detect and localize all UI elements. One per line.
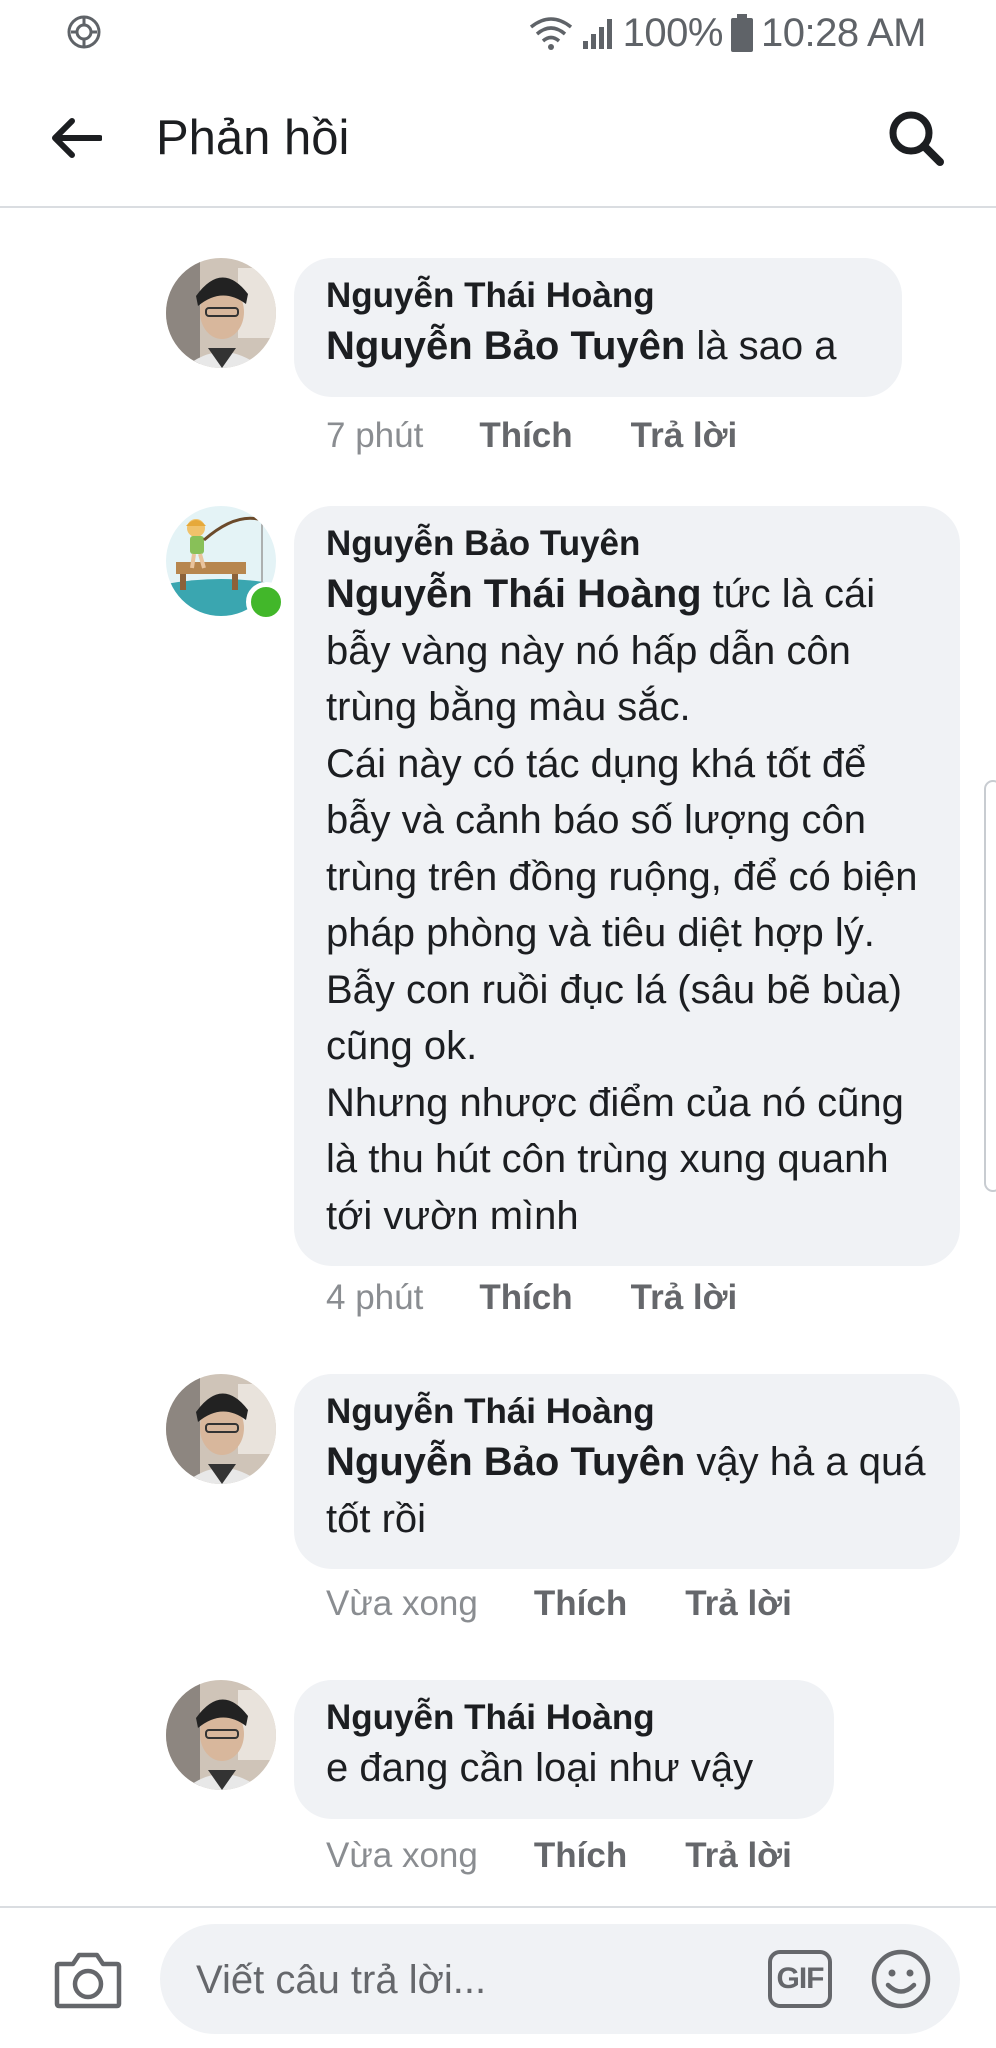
search-icon [889,111,944,166]
gif-button[interactable]: GIF [768,1950,832,2008]
comment-author[interactable]: Nguyễn Thái Hoàng [326,274,870,318]
arrow-left-icon [52,118,102,158]
comment-actions: 7 phút Thích Trả lời [326,414,737,458]
avatar[interactable] [166,1374,276,1484]
camera-button[interactable] [52,1948,124,2012]
signal-icon [582,19,612,49]
camera-icon [54,1952,122,2009]
comment-bubble[interactable]: Nguyễn Thái Hoàng Nguyễn Bảo Tuyên vậy h… [294,1374,960,1569]
comment-text: Nguyễn Thái Hoàng tức là cái bẫy vàng nà… [326,566,928,1244]
comment-bubble[interactable]: Nguyễn Bảo Tuyên Nguyễn Thái Hoàng tức l… [294,506,960,1266]
smiley-icon[interactable] [870,1948,932,2010]
comment-bubble[interactable]: Nguyễn Thái Hoàng e đang cần loại như vậ… [294,1680,834,1819]
comment-time[interactable]: Vừa xong [326,1582,478,1626]
reply-button[interactable]: Trả lời [631,1276,738,1320]
comment-text: Nguyễn Bảo Tuyên là sao a [326,318,870,375]
like-button[interactable]: Thích [479,1276,572,1320]
page-title: Phản hồi [156,111,350,165]
comment-mention[interactable]: Nguyễn Bảo Tuyên [326,1440,685,1484]
like-button[interactable]: Thích [534,1582,627,1626]
comment-thread[interactable]: Nguyễn Thái Hoàng Nguyễn Bảo Tuyên là sa… [0,208,996,1906]
battery-icon [730,14,753,52]
reply-input[interactable] [194,1924,758,2036]
comment-author[interactable]: Nguyễn Bảo Tuyên [326,522,928,566]
reply-button[interactable]: Trả lời [631,414,738,458]
comment-text-body: tức là cái bẫy vàng này nó hấp dẫn côn t… [326,572,918,1238]
online-status-dot [246,582,286,622]
search-button[interactable] [880,102,952,174]
comment-mention[interactable]: Nguyễn Bảo Tuyên [326,324,685,368]
clock: 10:28 AM [760,10,927,55]
reply-composer: GIF [0,1906,996,2048]
comment-time[interactable]: 7 phút [326,414,423,458]
reply-button[interactable]: Trả lời [685,1582,792,1626]
comment-author[interactable]: Nguyễn Thái Hoàng [326,1390,928,1434]
battery-percent: 100% [622,10,724,55]
comment-actions: 4 phút Thích Trả lời [326,1276,737,1320]
comment-time[interactable]: 4 phút [326,1276,423,1320]
like-button[interactable]: Thích [534,1834,627,1878]
like-button[interactable]: Thích [479,414,572,458]
status-indicators: 100% 10:28 AM [529,10,927,56]
comment-text: e đang cần loại như vậy [326,1740,802,1797]
comment-bubble[interactable]: Nguyễn Thái Hoàng Nguyễn Bảo Tuyên là sa… [294,258,902,397]
comment-text: Nguyễn Bảo Tuyên vậy hả a quá tốt rồi [326,1434,928,1547]
comment-text-body: e đang cần loại như vậy [326,1746,754,1790]
scrollbar-handle[interactable] [984,780,996,1192]
comment-actions: Vừa xong Thích Trả lời [326,1834,792,1878]
status-bar: 100% 10:28 AM [0,0,996,66]
comment-time[interactable]: Vừa xong [326,1834,478,1878]
comment-mention[interactable]: Nguyễn Thái Hoàng [326,572,702,616]
reply-button[interactable]: Trả lời [685,1834,792,1878]
header: Phản hồi [0,66,996,208]
comment-text-body: là sao a [685,324,837,368]
reply-input-container[interactable]: GIF [160,1924,960,2036]
settings-icon [67,15,101,49]
comment-actions: Vừa xong Thích Trả lời [326,1582,792,1626]
wifi-icon [529,17,572,50]
comment-author[interactable]: Nguyễn Thái Hoàng [326,1696,802,1740]
avatar[interactable] [166,258,276,368]
avatar[interactable] [166,1680,276,1790]
back-button[interactable] [44,106,108,170]
